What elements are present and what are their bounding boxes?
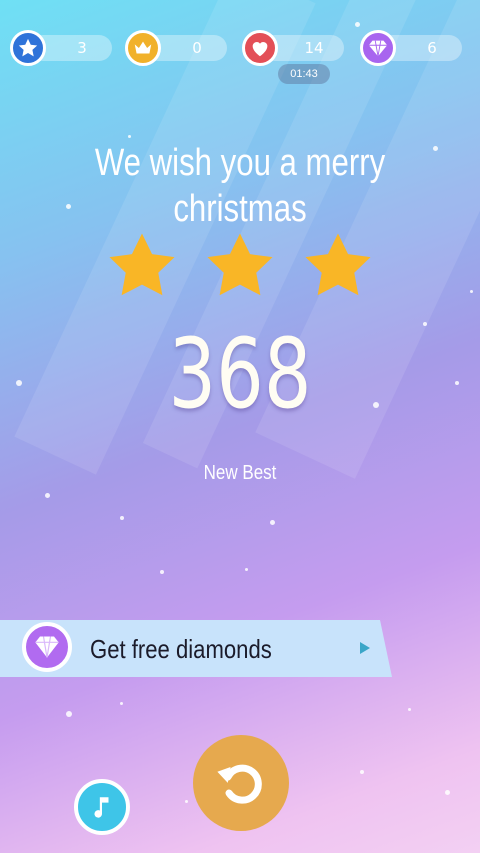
snow-sparkle — [16, 380, 22, 386]
snow-sparkle — [245, 568, 248, 571]
crown-icon — [125, 30, 161, 66]
snow-sparkle — [160, 570, 164, 574]
snow-sparkle — [455, 381, 459, 385]
star-icon — [109, 233, 175, 296]
snow-sparkle — [120, 702, 123, 705]
snow-sparkle — [128, 135, 131, 138]
heart-icon — [242, 30, 278, 66]
snow-sparkle — [185, 800, 188, 803]
play-arrow-icon — [360, 642, 370, 654]
snow-sparkle — [355, 22, 360, 27]
diamonds-count: 6 — [427, 39, 437, 57]
diamond-icon — [22, 622, 72, 672]
song-title: We wish you a merry christmas — [94, 142, 386, 230]
replay-button[interactable] — [193, 735, 289, 831]
snow-sparkle — [270, 520, 275, 525]
snow-sparkle — [66, 204, 71, 209]
get-free-diamonds-label: Get free diamonds — [90, 634, 272, 664]
lives-count: 14 — [304, 39, 324, 57]
star-icon — [10, 30, 46, 66]
star-icon — [305, 233, 371, 296]
lives-refill-timer: 01:43 — [278, 64, 330, 84]
music-button[interactable] — [74, 779, 130, 835]
hud-diamonds[interactable]: 6 — [360, 30, 462, 66]
snow-sparkle — [360, 770, 364, 774]
hud-crowns[interactable]: 0 — [125, 30, 227, 66]
hud-stars[interactable]: 3 — [10, 30, 112, 66]
hud-lives[interactable]: 14 — [242, 30, 344, 66]
new-best-label: New Best — [203, 462, 277, 484]
music-note-icon — [94, 797, 109, 818]
diamond-icon — [360, 30, 396, 66]
snow-sparkle — [408, 708, 411, 711]
snow-sparkle — [45, 493, 50, 498]
stars-count: 3 — [77, 39, 87, 57]
snow-sparkle — [120, 516, 124, 520]
snow-sparkle — [433, 146, 438, 151]
snow-sparkle — [445, 790, 450, 795]
star-icon — [207, 233, 273, 296]
crowns-count: 0 — [192, 39, 202, 57]
score-value: 368 — [168, 318, 312, 430]
snow-sparkle — [470, 290, 473, 293]
stars-earned — [106, 232, 374, 300]
replay-icon — [217, 764, 262, 804]
snow-sparkle — [66, 711, 72, 717]
